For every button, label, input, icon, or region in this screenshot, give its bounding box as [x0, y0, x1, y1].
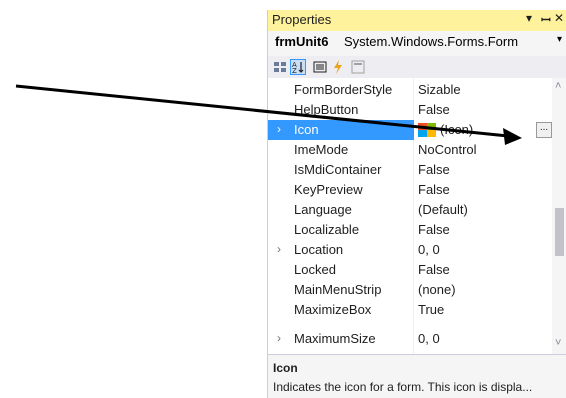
annotation-arrow — [15, 84, 522, 145]
